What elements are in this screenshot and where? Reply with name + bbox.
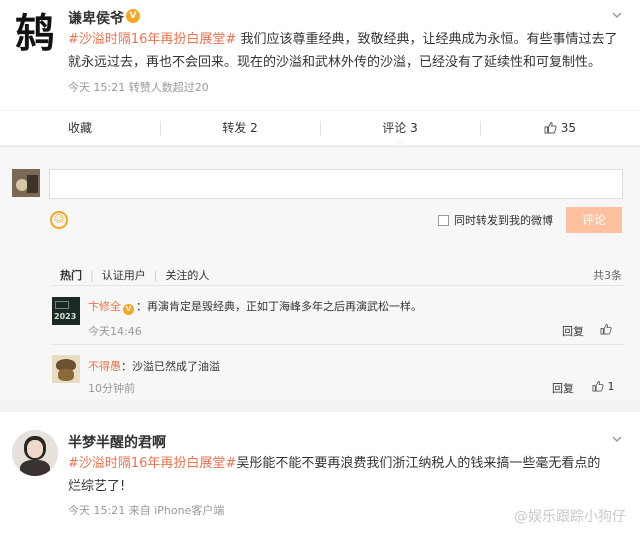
comment-button[interactable]: 评论 3: [320, 111, 480, 146]
comment-section: ☺ 同时转发到我的微博 评论 热门 | 认证用户 | 关注的人 共3条 2023 卞修全…: [0, 146, 640, 400]
author-avatar[interactable]: [12, 430, 58, 476]
tab-separator: |: [90, 269, 94, 282]
comment-text: ：再演肯定是毁经典，正如丁海峰多年之后再演武松一样。: [136, 300, 422, 313]
comment-divider: [50, 344, 624, 345]
chevron-down-icon[interactable]: [610, 8, 624, 22]
comment-label: 评论 3: [382, 121, 418, 135]
reply-button[interactable]: 回复: [552, 380, 574, 396]
collect-label: 收藏: [67, 121, 92, 135]
watermark: @娱乐跟踪小狗仔: [514, 509, 626, 525]
forward-label: 转发 2: [222, 121, 258, 135]
smiley-icon[interactable]: ☺: [50, 211, 68, 229]
author-name[interactable]: 谦卑侯爷: [68, 8, 124, 28]
comment-author[interactable]: 不得愚: [88, 360, 121, 373]
comment-like-button[interactable]: 1: [592, 380, 615, 393]
post-meta: 今天 15:21 来自 iPhone客户端: [68, 504, 225, 517]
comment-avatar[interactable]: [52, 355, 80, 383]
topic-link[interactable]: #沙溢时隔16年再扮白展堂#: [68, 456, 236, 471]
comment-author[interactable]: 卞修全: [88, 300, 121, 313]
tab-hot[interactable]: 热门: [60, 267, 82, 283]
comment-avatar[interactable]: 2023: [52, 297, 80, 325]
comment-body: 不得愚：沙溢已然成了油溢: [88, 358, 220, 374]
tab-separator: |: [153, 269, 158, 282]
tab-verified[interactable]: 认证用户: [102, 267, 146, 283]
chevron-down-icon[interactable]: [610, 432, 624, 446]
author-avatar-calligraphy[interactable]: 鸫: [12, 10, 58, 58]
tab-divider: [50, 285, 624, 286]
collect-button[interactable]: 收藏: [0, 111, 160, 145]
forward-button[interactable]: 转发 2: [160, 111, 320, 145]
verified-badge-icon: V: [126, 9, 140, 23]
current-user-avatar: [12, 169, 40, 197]
thumbs-up-icon[interactable]: [600, 323, 612, 335]
action-bar: 收藏 转发 2 评论 3 35: [0, 110, 640, 146]
like-count: 35: [560, 121, 577, 135]
thumbs-up-icon: [544, 122, 557, 134]
comment-time: 10分钟前: [88, 382, 135, 395]
comment-time: 今天14:46: [88, 325, 142, 338]
submit-comment-button[interactable]: 评论: [566, 207, 622, 233]
comment-total: 共3条: [593, 269, 622, 282]
topic-link[interactable]: #沙溢时隔16年再扮白展堂#: [68, 32, 236, 47]
verified-badge-icon: V: [123, 304, 134, 315]
thumbs-up-icon: [592, 380, 604, 392]
post-meta: 今天 15:21 转赞人数超过20: [68, 81, 209, 94]
forward-checkbox[interactable]: [438, 215, 449, 226]
avatar-year: 2023: [54, 312, 77, 321]
post-content: #沙溢时隔16年再扮白展堂# 我们应该尊重经典，致敬经典，让经典成为永恒。有些事…: [68, 28, 628, 74]
post-card-1: 鸫 谦卑侯爷 V #沙溢时隔16年再扮白展堂# 我们应该尊重经典，致敬经典，让经…: [0, 0, 640, 146]
comment-like-count: 1: [607, 380, 615, 393]
post-content: #沙溢时隔16年再扮白展堂#吴彤能不能不要再浪费我们浙江纳税人的钱来搞一些毫无看…: [68, 452, 613, 498]
comment-body: 卞修全 V ：再演肯定是毁经典，正如丁海峰多年之后再演武松一样。: [88, 298, 422, 315]
tab-following[interactable]: 关注的人: [165, 267, 209, 283]
like-button[interactable]: 35: [480, 111, 640, 145]
comment-filter-tabs: 热门 | 认证用户 | 关注的人: [60, 267, 217, 283]
comment-input[interactable]: [49, 169, 623, 199]
comment-text: ：沙溢已然成了油溢: [121, 360, 220, 373]
forward-checkbox-label: 同时转发到我的微博: [454, 214, 553, 227]
author-name[interactable]: 半梦半醒的君啊: [68, 432, 166, 452]
reply-button[interactable]: 回复: [562, 323, 584, 339]
